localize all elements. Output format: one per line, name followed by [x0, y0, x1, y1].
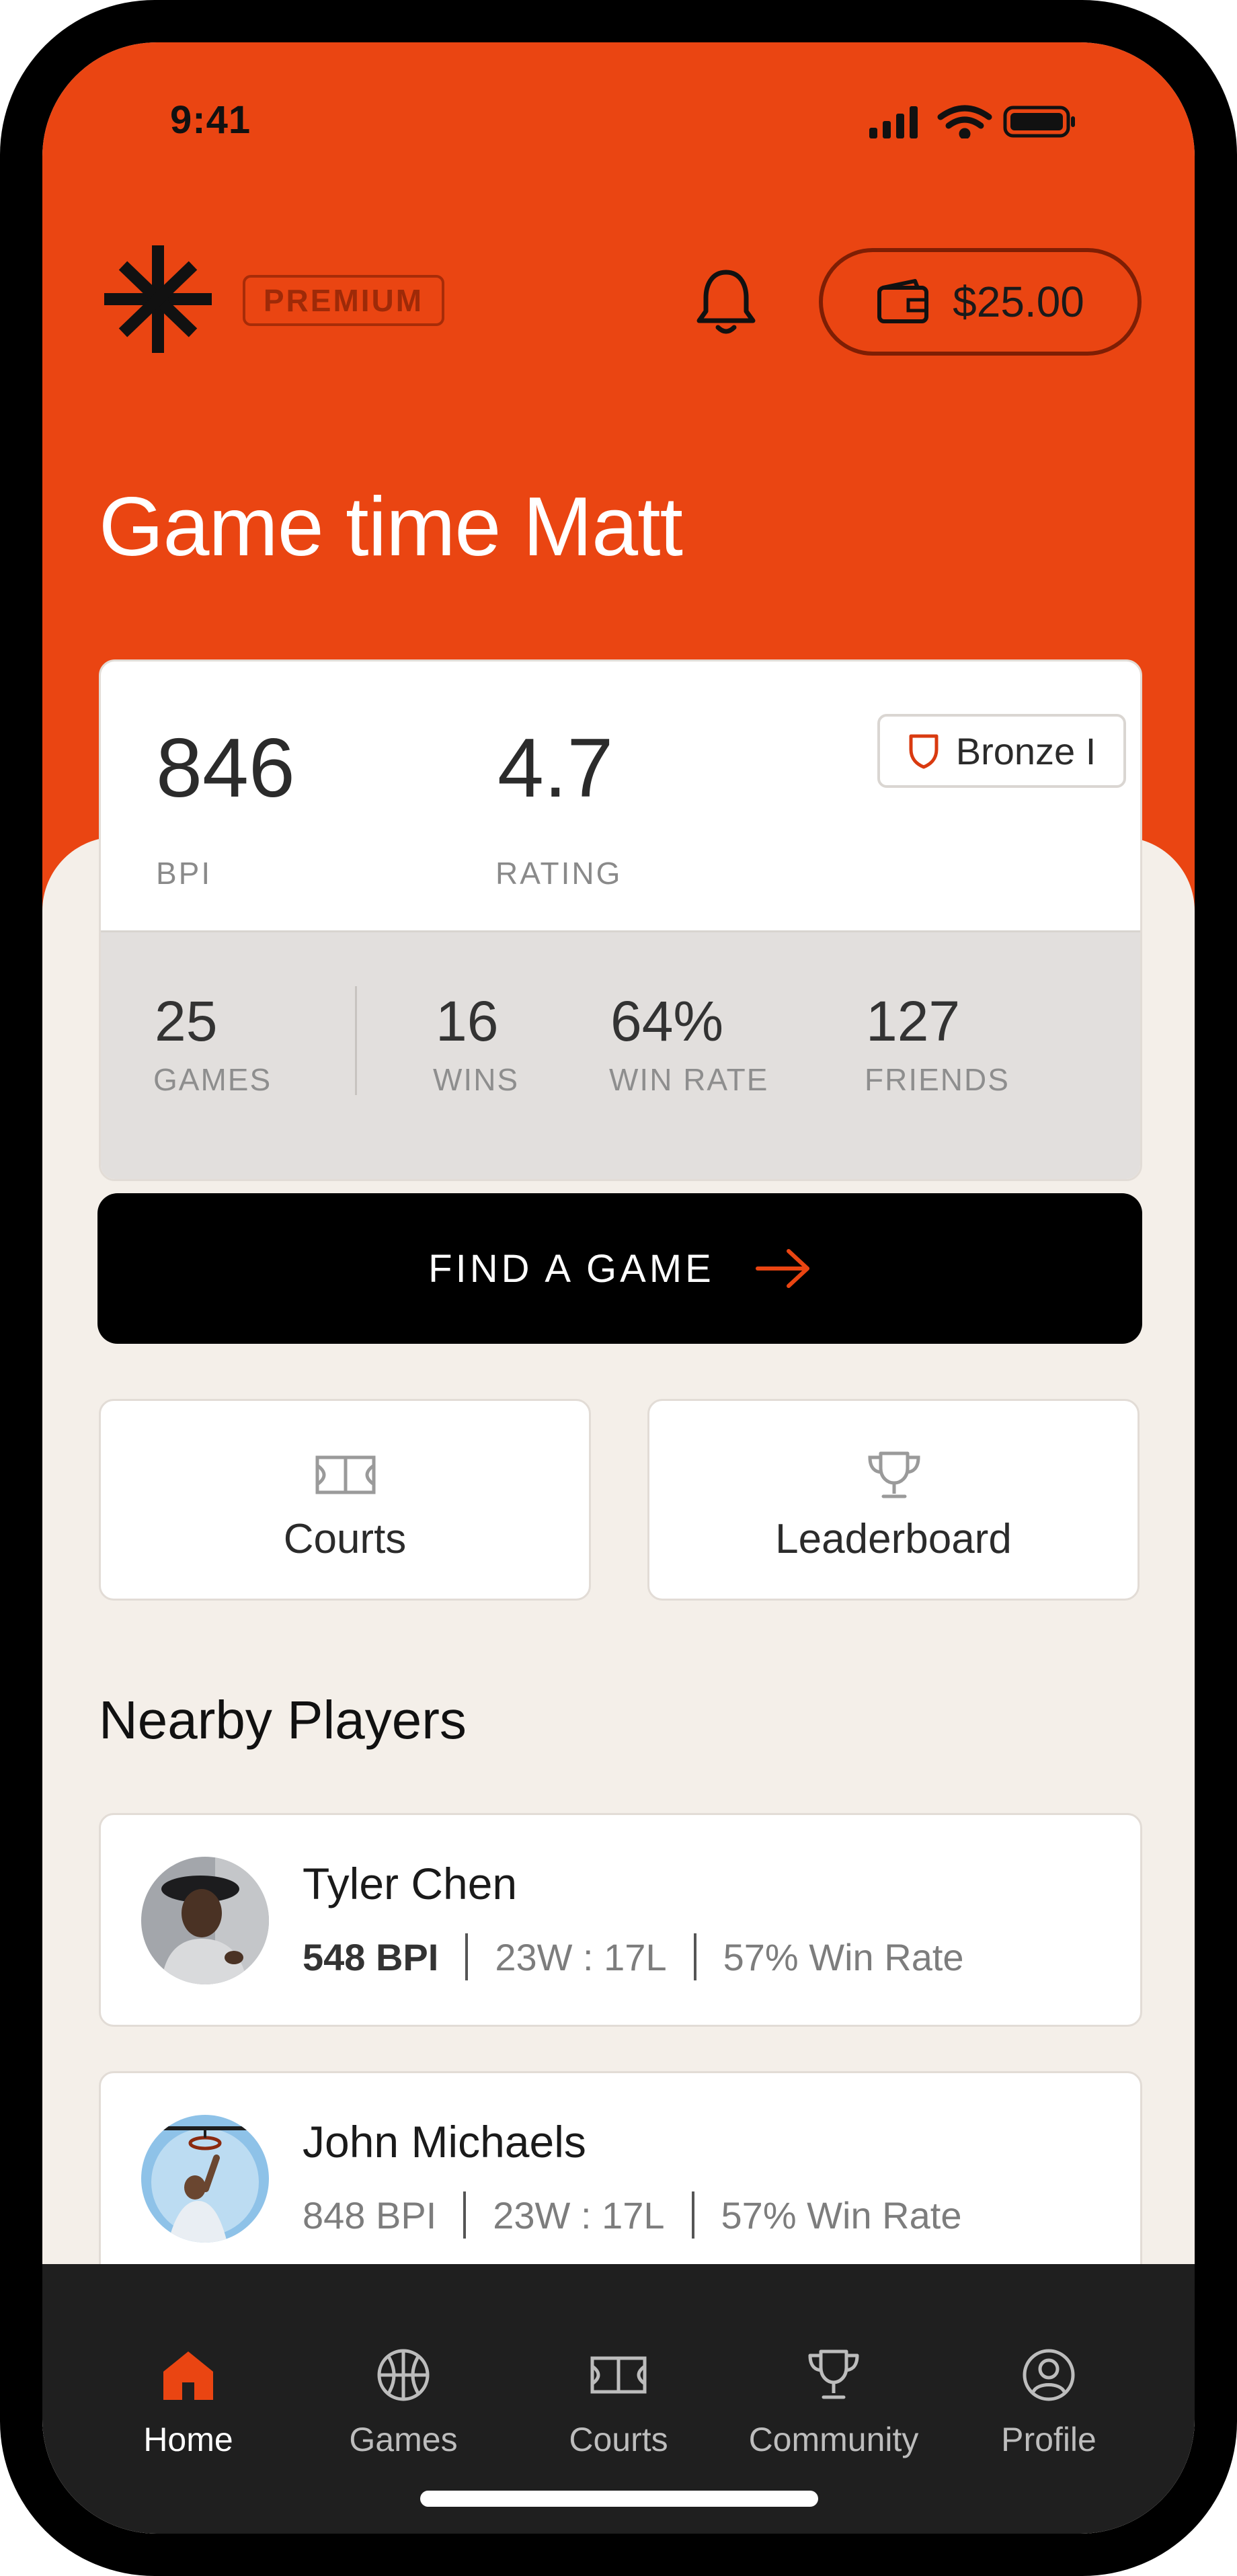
status-time: 9:41 — [170, 98, 251, 142]
friends-count: 127 — [866, 990, 961, 1053]
divider — [693, 1933, 696, 1980]
avatar — [141, 1857, 269, 1984]
brand-logo — [104, 245, 212, 353]
player-name: John Michaels — [303, 2117, 586, 2167]
courts-tile-label: Courts — [283, 1516, 407, 1562]
trophy-icon — [808, 2349, 859, 2399]
notification-bell-icon[interactable] — [692, 266, 760, 339]
find-game-button[interactable]: FIND A GAME — [97, 1193, 1142, 1344]
court-icon — [590, 2356, 647, 2394]
player-bpi: 848 BPI — [303, 2193, 437, 2237]
wallet-balance: $25.00 — [953, 278, 1084, 326]
courts-tile[interactable]: Courts — [99, 1399, 591, 1601]
stats-divider — [355, 986, 357, 1095]
wins-count: 16 — [436, 990, 499, 1053]
phone-frame: 9:41 PREMIUM $25.00 Game time Matt 846 B… — [0, 0, 1237, 2576]
player-stats: 848 BPI 23W : 17L 57% Win Rate — [303, 2191, 961, 2239]
player-bpi: 548 BPI — [303, 1935, 439, 1978]
bpi-label: BPI — [156, 856, 212, 891]
tier-badge[interactable]: Bronze I — [877, 714, 1126, 788]
tab-community[interactable]: Community — [733, 2345, 934, 2459]
leaderboard-tile[interactable]: Leaderboard — [647, 1399, 1140, 1601]
home-icon — [163, 2351, 213, 2400]
games-label: GAMES — [153, 1062, 272, 1097]
app-screen: 9:41 PREMIUM $25.00 Game time Matt 846 B… — [42, 42, 1195, 2534]
player-stats: 548 BPI 23W : 17L 57% Win Rate — [303, 1933, 964, 1980]
rating-value: 4.7 — [497, 722, 614, 815]
find-game-label: FIND A GAME — [428, 1246, 715, 1291]
win-rate-label: WIN RATE — [609, 1062, 769, 1097]
player-win-rate: 57% Win Rate — [721, 2193, 962, 2237]
court-icon — [315, 1455, 376, 1494]
rating-label: RATING — [495, 856, 623, 891]
player-card[interactable]: Tyler Chen 548 BPI 23W : 17L 57% Win Rat… — [99, 1813, 1142, 2027]
player-name: Tyler Chen — [303, 1859, 518, 1908]
stats-card: 846 BPI 4.7 RATING Bronze I 25 GAMES 16 … — [99, 659, 1142, 1181]
wallet-balance-button[interactable]: $25.00 — [819, 248, 1142, 356]
tab-games-label: Games — [349, 2421, 458, 2458]
avatar — [141, 2115, 269, 2243]
tab-courts[interactable]: Courts — [518, 2345, 719, 2459]
greeting-title: Game time Matt — [99, 481, 683, 573]
friends-label: FRIENDS — [865, 1062, 1010, 1097]
wifi-icon — [937, 105, 992, 138]
arrow-right-icon — [755, 1249, 809, 1288]
tab-community-label: Community — [748, 2421, 919, 2458]
win-rate-value: 64% — [610, 990, 724, 1053]
status-icons — [869, 105, 1075, 138]
wins-label: WINS — [433, 1062, 520, 1097]
tab-home-label: Home — [143, 2421, 233, 2458]
divider — [463, 2191, 467, 2239]
profile-icon — [1023, 2349, 1075, 2401]
wallet-icon — [877, 279, 929, 323]
shield-icon — [909, 734, 939, 769]
tab-games[interactable]: Games — [303, 2345, 504, 2459]
player-win-rate: 57% Win Rate — [723, 1935, 964, 1978]
games-count: 25 — [155, 990, 218, 1053]
tab-home[interactable]: Home — [87, 2345, 289, 2459]
tab-courts-label: Courts — [569, 2421, 668, 2458]
stats-summary-row: 25 GAMES 16 WINS 64% WIN RATE 127 FRIEND… — [101, 930, 1140, 1179]
bpi-value: 846 — [156, 722, 295, 815]
tab-profile[interactable]: Profile — [948, 2345, 1150, 2459]
basketball-icon — [377, 2349, 430, 2401]
battery-icon — [1003, 106, 1075, 138]
player-record: 23W : 17L — [495, 1935, 667, 1978]
divider — [691, 2191, 694, 2239]
trophy-icon — [868, 1451, 920, 1498]
divider — [465, 1933, 469, 1980]
cellular-signal-icon — [869, 106, 918, 138]
premium-badge: PREMIUM — [243, 275, 444, 326]
tier-label: Bronze I — [955, 729, 1096, 772]
player-card[interactable]: John Michaels 848 BPI 23W : 17L 57% Win … — [99, 2071, 1142, 2285]
leaderboard-tile-label: Leaderboard — [775, 1516, 1012, 1562]
tab-profile-label: Profile — [1001, 2421, 1096, 2458]
player-record: 23W : 17L — [493, 2193, 665, 2237]
home-indicator — [420, 2491, 818, 2507]
nearby-players-title: Nearby Players — [99, 1690, 467, 1750]
